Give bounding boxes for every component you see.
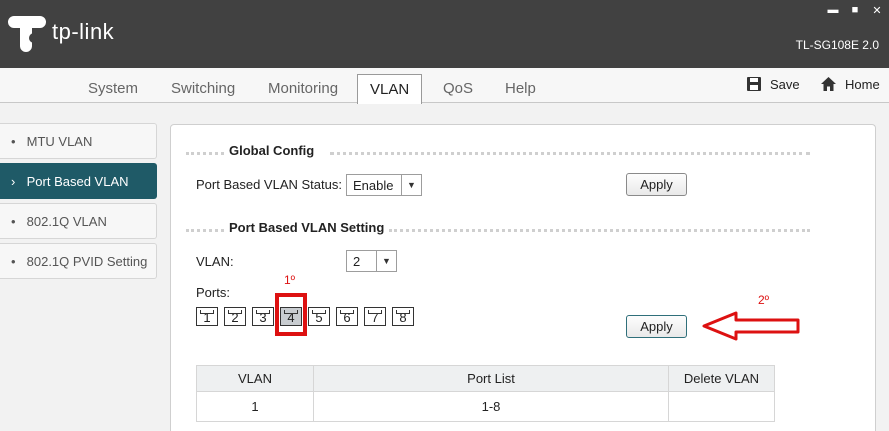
sidebar-item-port-based-vlan[interactable]: › Port Based VLAN bbox=[0, 163, 157, 199]
tp-link-logo: tp-link bbox=[8, 12, 114, 52]
save-icon bbox=[747, 77, 761, 91]
sidebar-item-label: 802.1Q VLAN bbox=[26, 214, 107, 229]
minimize-icon[interactable]: ▬ bbox=[827, 4, 839, 17]
save-label: Save bbox=[770, 76, 800, 92]
vlan-status-label: Port Based VLAN Status: bbox=[196, 177, 342, 192]
port-checkbox-6[interactable]: 6 bbox=[336, 307, 358, 326]
cell-vlan: 1 bbox=[196, 391, 314, 422]
vlan-table: VLAN Port List Delete VLAN 1 1-8 bbox=[196, 365, 775, 422]
save-button[interactable]: Save bbox=[746, 76, 800, 92]
section-divider bbox=[186, 152, 224, 155]
port-checkbox-7[interactable]: 7 bbox=[364, 307, 386, 326]
home-icon bbox=[821, 77, 836, 91]
maximize-icon[interactable]: ■ bbox=[849, 4, 861, 17]
annotation-arrow-icon bbox=[702, 311, 800, 341]
bullet-icon: • bbox=[11, 254, 16, 269]
vlan-apply-button[interactable]: Apply bbox=[626, 315, 687, 338]
port-checkbox-3[interactable]: 3 bbox=[252, 307, 274, 326]
bullet-icon: • bbox=[11, 214, 16, 229]
section-divider bbox=[330, 152, 810, 155]
sidebar-item-label: MTU VLAN bbox=[26, 134, 93, 149]
table-header-row: VLAN Port List Delete VLAN bbox=[196, 365, 775, 392]
vlan-status-select[interactable]: Enable ▼ bbox=[346, 174, 422, 196]
annotation-highlight-box bbox=[275, 293, 307, 336]
tab-help[interactable]: Help bbox=[505, 80, 536, 97]
global-apply-button[interactable]: Apply bbox=[626, 173, 687, 196]
tab-switching[interactable]: Switching bbox=[171, 80, 235, 97]
section-divider bbox=[186, 229, 224, 232]
header: tp-link ▬ ■ ✕ TL-SG108E 2.0 bbox=[0, 0, 889, 68]
port-checkbox-8[interactable]: 8 bbox=[392, 307, 414, 326]
close-icon[interactable]: ✕ bbox=[871, 4, 883, 17]
tp-link-logo-icon bbox=[8, 16, 46, 52]
tab-system[interactable]: System bbox=[88, 80, 138, 97]
annotation-step2: 2º bbox=[758, 293, 770, 307]
vlan-setting-title: Port Based VLAN Setting bbox=[229, 220, 385, 235]
vlan-label: VLAN: bbox=[196, 254, 234, 269]
chevron-down-icon: ▼ bbox=[376, 251, 396, 271]
sidebar-item-label: 802.1Q PVID Setting bbox=[26, 254, 148, 269]
column-header-delete-vlan: Delete VLAN bbox=[668, 365, 775, 392]
tab-monitoring[interactable]: Monitoring bbox=[268, 80, 338, 97]
tab-vlan[interactable]: VLAN bbox=[357, 74, 423, 104]
annotation-step1: 1º bbox=[284, 273, 296, 287]
ports-label: Ports: bbox=[196, 285, 230, 300]
column-header-vlan: VLAN bbox=[196, 365, 314, 392]
vlan-id-value: 2 bbox=[353, 254, 361, 269]
sidebar-item-8021q-vlan[interactable]: • 802.1Q VLAN bbox=[0, 203, 157, 239]
port-checkbox-5[interactable]: 5 bbox=[308, 307, 330, 326]
bullet-icon: • bbox=[11, 134, 16, 149]
vlan-id-select[interactable]: 2 ▼ bbox=[346, 250, 397, 272]
sidebar-item-8021q-pvid[interactable]: • 802.1Q PVID Setting bbox=[0, 243, 157, 279]
global-config-title: Global Config bbox=[229, 143, 315, 158]
port-checkbox-1[interactable]: 1 bbox=[196, 307, 218, 326]
chevron-right-icon: › bbox=[11, 174, 16, 189]
port-checkbox-2[interactable]: 2 bbox=[224, 307, 246, 326]
tab-qos[interactable]: QoS bbox=[443, 80, 473, 97]
main-nav: System Switching Monitoring VLAN QoS Hel… bbox=[0, 68, 889, 104]
home-label: Home bbox=[845, 76, 880, 92]
sidebar-item-mtu-vlan[interactable]: • MTU VLAN bbox=[0, 123, 157, 159]
cell-port-list: 1-8 bbox=[313, 391, 669, 422]
vlan-status-value: Enable bbox=[353, 178, 394, 193]
home-button[interactable]: Home bbox=[820, 76, 880, 92]
section-divider bbox=[389, 229, 810, 232]
brand-name: tp-link bbox=[52, 19, 115, 44]
cell-delete-vlan[interactable] bbox=[668, 391, 775, 422]
window-controls: ▬ ■ ✕ bbox=[827, 4, 883, 17]
sidebar-item-label: Port Based VLAN bbox=[26, 174, 129, 189]
column-header-port-list: Port List bbox=[313, 365, 669, 392]
device-model: TL-SG108E 2.0 bbox=[795, 38, 879, 52]
table-row: 1 1-8 bbox=[196, 391, 775, 422]
chevron-down-icon: ▼ bbox=[401, 175, 421, 195]
